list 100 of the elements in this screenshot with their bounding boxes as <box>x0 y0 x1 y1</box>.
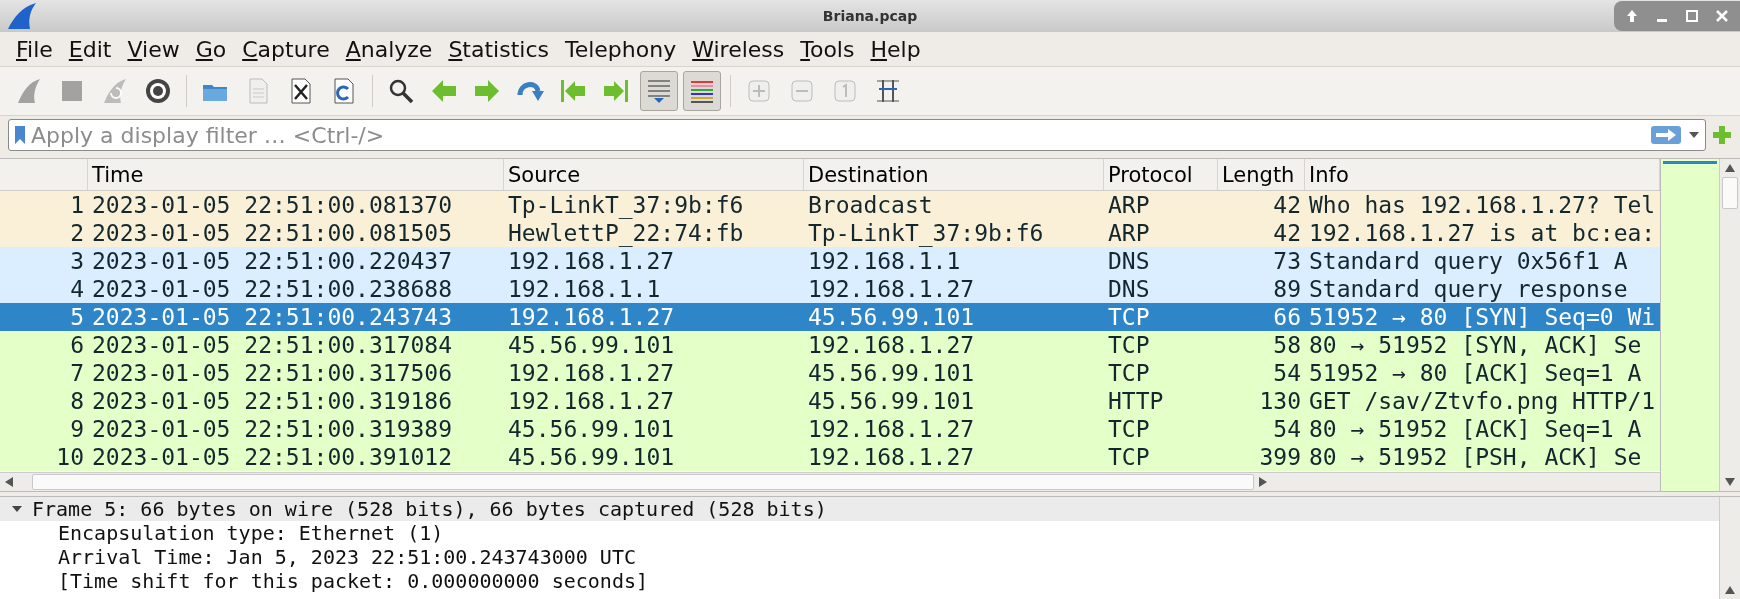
scroll-left-icon[interactable] <box>5 477 13 487</box>
table-cell-text: 1 <box>69 191 85 219</box>
table-cell-text: HewlettP_22:74:fb <box>507 219 745 247</box>
table-cell-text: 73 <box>1272 247 1302 275</box>
table-cell-text: 3 <box>69 247 85 275</box>
close-icon[interactable] <box>1714 8 1730 24</box>
packet-row[interactable]: 3 2023-01-05 22:51:00.220437 192.168.1.27 192.168.1.1 DNS 73 Standard query 0x56f1 A <box>0 247 1660 275</box>
table-cell-text: 2 <box>69 219 85 247</box>
table-cell-text: 2023-01-05 22:51:00.319186 <box>91 387 454 415</box>
table-cell-text: 80 → 51952 [PSH, ACK] Se <box>1308 443 1643 471</box>
table-cell-text: TCP <box>1107 359 1151 387</box>
table-cell-text: 192.168.1.1 <box>807 247 962 275</box>
tree-item-text[interactable]: [Time shift for this packet: 0.000000000 seconds] <box>58 569 648 593</box>
table-cell-text: 7 <box>69 359 85 387</box>
table-cell-text: 54 <box>1272 415 1302 443</box>
table-cell-text: 9 <box>69 415 85 443</box>
packet-minimap[interactable] <box>1660 159 1719 491</box>
table-cell-text: 192.168.1.27 <box>507 303 676 331</box>
table-cell-text: Standard query response <box>1308 275 1629 303</box>
menu-item[interactable]: Statistics <box>440 36 557 62</box>
scroll-thumb[interactable] <box>1722 177 1738 209</box>
menu-item[interactable]: Analyze <box>337 36 441 62</box>
table-cell-text: 42 <box>1272 219 1302 247</box>
table-cell-text: 6 <box>69 331 85 359</box>
table-cell-text: 192.168.1.27 <box>507 359 676 387</box>
table-cell-text: 2023-01-05 22:51:00.220437 <box>91 247 454 275</box>
column-header[interactable]: Destination <box>804 159 1104 190</box>
filter-input[interactable]: Apply a display filter … <Ctrl-/> <box>31 122 1651 148</box>
table-cell-text: ARP <box>1107 191 1151 219</box>
table-cell-text: 45.56.99.101 <box>807 303 976 331</box>
table-cell-text: TCP <box>1107 443 1151 471</box>
display-filter-field[interactable]: Apply a display filter … <Ctrl-/> <box>8 119 1706 151</box>
column-header[interactable]: Protocol <box>1104 159 1218 190</box>
tree-item-text[interactable]: Arrival Time: Jan 5, 2023 22:51:00.243743000 UTC <box>58 545 636 569</box>
table-cell-text: 2023-01-05 22:51:00.317506 <box>91 359 454 387</box>
table-cell-text: 51952 → 80 [SYN] Seq=0 Wi <box>1308 303 1657 331</box>
packet-row[interactable]: 4 2023-01-05 22:51:00.238688 192.168.1.1 192.168.1.27 DNS 89 Standard query response <box>0 275 1660 303</box>
tree-item-text[interactable]: Encapsulation type: Ethernet (1) <box>58 521 444 545</box>
table-cell-text: 51952 → 80 [ACK] Seq=1 A <box>1308 359 1643 387</box>
column-header[interactable]: Source <box>504 159 804 190</box>
packet-row[interactable]: 5 2023-01-05 22:51:00.243743 192.168.1.27 45.56.99.101 TCP 66 51952 → 80 [SYN] Seq=0 Wi <box>0 303 1660 331</box>
colored-lines-icon[interactable] <box>683 71 721 111</box>
plus-icon[interactable] <box>1712 125 1732 145</box>
scroll-down-icon[interactable] <box>1725 478 1735 486</box>
keep-above-icon[interactable] <box>1624 8 1640 24</box>
vertical-scrollbar[interactable] <box>1719 159 1740 491</box>
menu-item[interactable]: Tools <box>792 36 863 62</box>
menu-item[interactable]: View <box>119 36 188 62</box>
packet-row[interactable]: 2 2023-01-05 22:51:00.081505 HewlettP_22:74:fb Tp-LinkT_37:9b:f6 ARP 42 192.168.1.27 is at bc:ea: <box>0 219 1660 247</box>
autoscroll-icon[interactable] <box>640 71 678 111</box>
shark-fin-icon <box>6 3 36 29</box>
column-header[interactable]: Length <box>1218 159 1305 190</box>
table-cell-text: 192.168.1.27 <box>807 275 976 303</box>
menu-item[interactable]: Help <box>862 36 929 62</box>
menu-item[interactable]: Go <box>187 36 235 62</box>
table-cell-text: TCP <box>1107 331 1151 359</box>
table-cell-text: HTTP <box>1107 387 1165 415</box>
menu-item[interactable]: Wireless <box>684 36 793 62</box>
scroll-up-icon[interactable] <box>1725 164 1735 172</box>
table-cell-text: 4 <box>69 275 85 303</box>
bookmark-icon[interactable] <box>15 126 25 144</box>
packet-row[interactable]: 10 2023-01-05 22:51:00.391012 45.56.99.101 192.168.1.27 TCP 399 80 → 51952 [PSH, ACK] Se <box>0 443 1660 471</box>
packet-row[interactable]: 9 2023-01-05 22:51:00.319389 45.56.99.101 192.168.1.27 TCP 54 80 → 51952 [ACK] Seq=1 A <box>0 415 1660 443</box>
table-cell-text: Who has 192.168.1.27? Tel <box>1308 191 1657 219</box>
horizontal-scrollbar[interactable] <box>0 472 1660 491</box>
table-cell-text: 58 <box>1272 331 1302 359</box>
packet-row[interactable]: 8 2023-01-05 22:51:00.319186 192.168.1.27 45.56.99.101 HTTP 130 GET /sav/Ztvfo.png HTTP/1 <box>0 387 1660 415</box>
expander-icon[interactable] <box>12 504 22 514</box>
table-cell-text: 192.168.1.1 <box>507 275 662 303</box>
menu-item[interactable]: Telephony <box>556 36 685 62</box>
tree-item-text: Frame 5: 66 bytes on wire (528 bits), 66 bytes captured (528 bits) <box>32 497 827 521</box>
packet-row[interactable]: 1 2023-01-05 22:51:00.081370 Tp-LinkT_37:9b:f6 Broadcast ARP 42 Who has 192.168.1.27? Tel <box>0 191 1660 219</box>
menu-item[interactable]: Capture <box>234 36 338 62</box>
caret-icon[interactable] <box>1689 132 1699 138</box>
scroll-up-icon[interactable] <box>1725 586 1735 594</box>
table-cell-text: GET /sav/Ztvfo.png HTTP/1 <box>1308 387 1657 415</box>
table-cell-text: 192.168.1.27 <box>807 331 976 359</box>
table-cell-text: Tp-LinkT_37:9b:f6 <box>507 191 745 219</box>
menu-item[interactable]: File <box>8 36 61 62</box>
maximize-icon[interactable] <box>1684 8 1700 24</box>
table-cell-text: 45.56.99.101 <box>507 331 676 359</box>
scroll-right-icon[interactable] <box>1259 477 1267 487</box>
table-cell-text: 45.56.99.101 <box>807 359 976 387</box>
table-cell-text: DNS <box>1107 247 1151 275</box>
arrow-right-icon[interactable] <box>1651 126 1681 144</box>
packet-row[interactable]: 6 2023-01-05 22:51:00.317084 45.56.99.101 192.168.1.27 TCP 58 80 → 51952 [SYN, ACK] Se <box>0 331 1660 359</box>
packet-row[interactable]: 7 2023-01-05 22:51:00.317506 192.168.1.27 45.56.99.101 TCP 54 51952 → 80 [ACK] Seq=1 A <box>0 359 1660 387</box>
table-cell-text: 8 <box>69 387 85 415</box>
table-cell-text: 2023-01-05 22:51:00.319389 <box>91 415 454 443</box>
table-cell-text: 42 <box>1272 191 1302 219</box>
table-cell-text: 192.168.1.27 <box>507 247 676 275</box>
table-cell-text: 89 <box>1272 275 1302 303</box>
table-cell-text: 80 → 51952 [SYN, ACK] Se <box>1308 331 1643 359</box>
table-cell-text: 10 <box>55 443 85 471</box>
table-cell-text: 2023-01-05 22:51:00.391012 <box>91 443 454 471</box>
menu-item[interactable]: Edit <box>60 36 120 62</box>
table-cell-text: 192.168.1.27 is at bc:ea: <box>1308 219 1657 247</box>
tree-item[interactable]: Frame 5: 66 bytes on wire (528 bits), 66 bytes captured (528 bits) <box>0 497 1719 521</box>
column-header[interactable]: Time <box>88 159 504 190</box>
vertical-scrollbar[interactable] <box>1719 497 1740 599</box>
